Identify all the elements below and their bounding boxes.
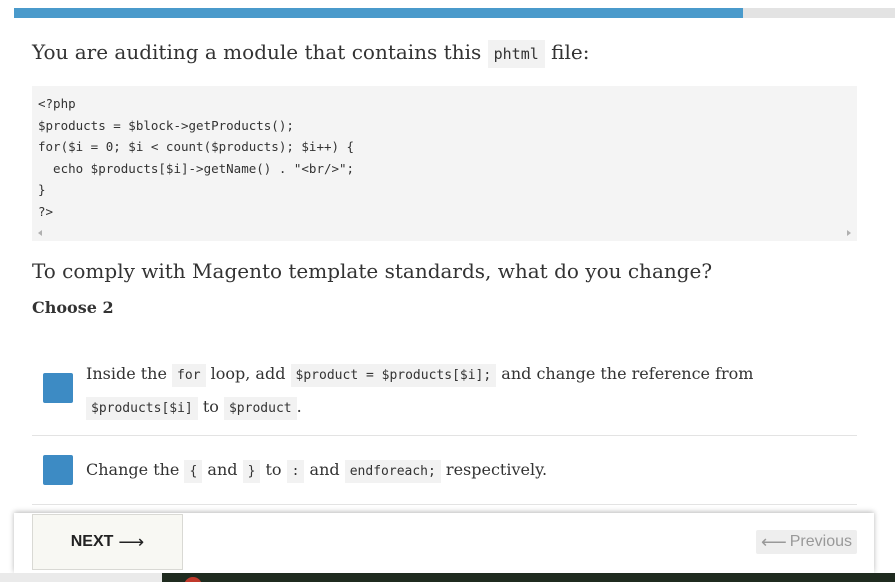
scroll-right-arrow-icon[interactable] [847,230,851,236]
inline-code: $products[$i] [86,397,198,420]
scroll-left-arrow-icon[interactable] [38,230,42,236]
option-text-fragment: and change the reference from [496,364,754,383]
option-text-fragment: to [197,397,224,416]
option-text-fragment: Change the [86,460,185,479]
code-line: ?> [38,203,54,219]
answer-option-2[interactable]: Change the { and } to : and endforeach; … [32,436,857,505]
question-code-word: phtml [487,40,545,68]
option-1-text: Inside the for loop, add $product = $pro… [86,358,843,424]
choose-count: Choose 2 [32,298,114,317]
next-button[interactable]: NEXT ⟶ [32,514,183,570]
option-text-fragment: and [202,460,243,479]
code-listing: <?php $products = $block->getProducts();… [32,86,857,222]
code-line: for($i = 0; $i < count($products); $i++)… [38,139,355,154]
option-2-text: Change the { and } to : and endforeach; … [86,454,843,487]
question-text: You are auditing a module that contains … [32,36,589,70]
inline-code: $product = $products[$i]; [290,364,497,387]
option-text-fragment: to [260,460,287,479]
option-text-fragment: Inside the [86,364,173,383]
inline-code: endforeach; [344,460,441,483]
taskbar-app-icon[interactable] [184,577,202,582]
option-1-checkbox[interactable] [43,373,73,403]
option-text-fragment: loop, add [205,364,291,383]
previous-button[interactable]: ⟵ Previous [755,530,857,554]
code-line: $products = $block->getProducts(); [38,117,294,133]
question-prefix: You are auditing a module that contains … [32,40,482,64]
question-suffix: file: [551,40,590,64]
long-arrow-left-icon: ⟵ [760,531,787,552]
option-2-checkbox[interactable] [43,455,73,485]
code-line: <?php [38,96,76,111]
option-text-fragment: . [296,397,302,416]
code-line: echo $products[$i]->getName() . "<br/>"; [38,160,355,176]
answer-option-1[interactable]: Inside the for loop, add $product = $pro… [32,348,857,436]
inline-code: $product [223,397,297,420]
inline-code: for [172,364,206,387]
navigation-bar: NEXT ⟶ ⟵ Previous [14,513,874,573]
code-block: <?php $products = $block->getProducts();… [32,86,857,241]
taskbar-right [162,573,895,582]
previous-label: Previous [789,533,852,550]
code-line: } [38,182,46,197]
inline-code: { [184,460,203,483]
progress-bar-fill [14,8,743,18]
progress-bar [14,8,895,18]
long-arrow-right-icon: ⟶ [118,531,145,552]
next-label: NEXT [70,533,114,550]
prompt-text: To comply with Magento template standard… [32,259,713,283]
inline-code: } [242,460,261,483]
inline-code: : [286,460,305,483]
option-text-fragment: respectively. [440,460,548,479]
option-text-fragment: and [304,460,345,479]
taskbar-left [0,573,162,582]
